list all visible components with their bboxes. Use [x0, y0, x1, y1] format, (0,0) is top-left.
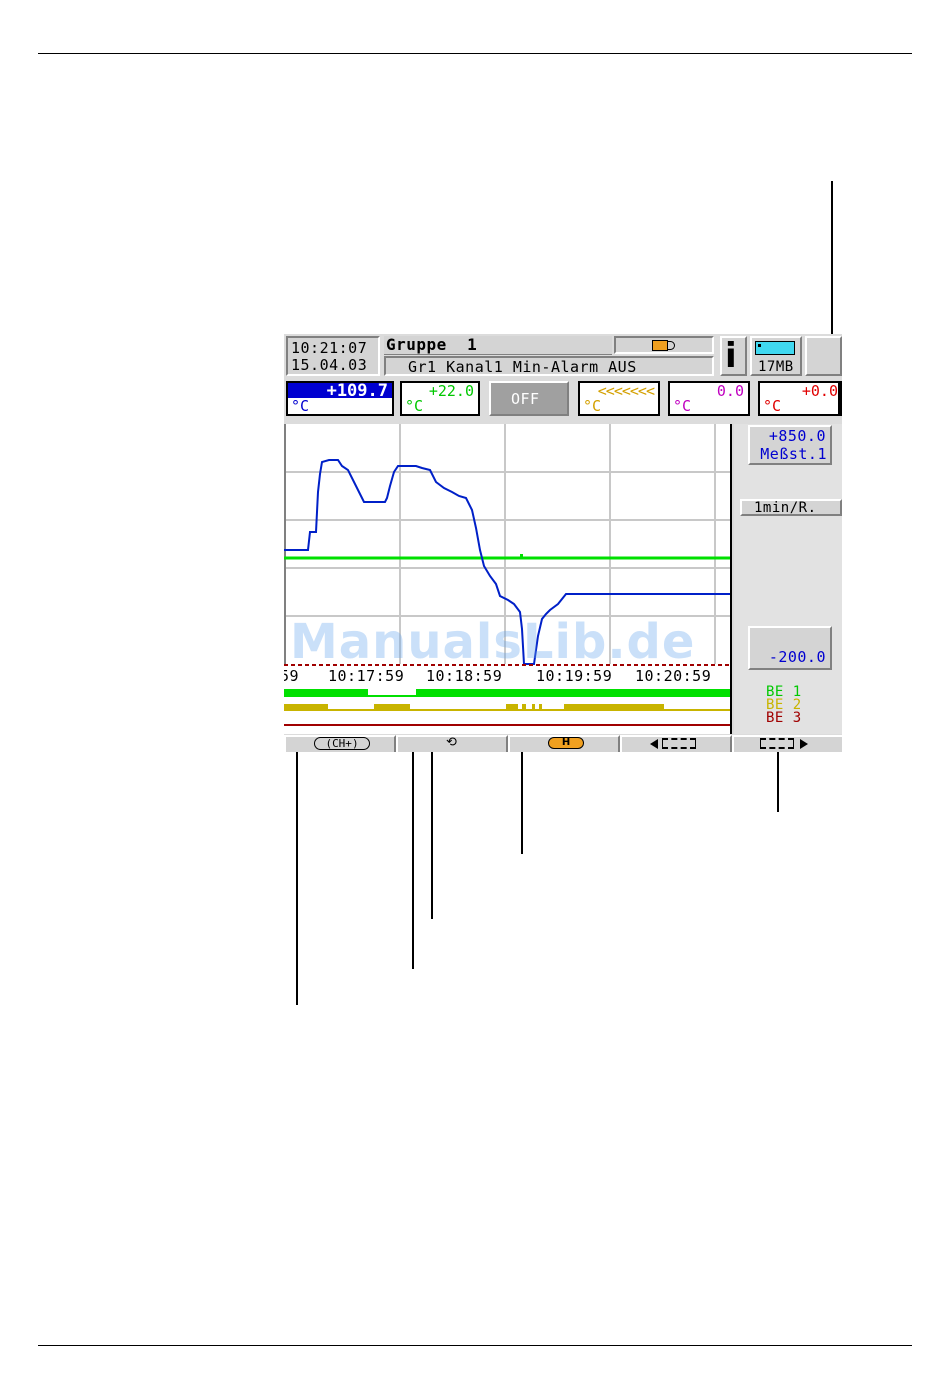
- status-message: Gr1 Kanal1 Min-Alarm AUS: [408, 358, 637, 376]
- channel-3-off-label: OFF: [511, 390, 540, 408]
- callout-rotate-key: [412, 738, 414, 969]
- channel-5-unit: °C: [673, 397, 692, 415]
- clock-time: 10:21:07: [291, 339, 368, 357]
- channel-1-value: +109.7: [326, 381, 388, 401]
- callout-history-key: [521, 738, 523, 854]
- memory-indicator[interactable]: 17MB: [750, 336, 802, 376]
- info-button[interactable]: i: [720, 336, 747, 376]
- group-title-bar[interactable]: Gruppe 1: [384, 336, 612, 355]
- scale-max-box[interactable]: +850.0 Meßst.1: [748, 425, 832, 465]
- function-key-ch-plus[interactable]: (CH+): [284, 735, 396, 752]
- channel-6-display[interactable]: +0.0 °C: [758, 381, 842, 416]
- channel-2-unit: °C: [405, 397, 424, 415]
- channel-6-value: +0.0: [801, 382, 838, 400]
- ch-plus-icon: (CH+): [314, 737, 370, 750]
- scale-max-label: Meßst.1: [760, 445, 827, 463]
- status-message-bar: Gr1 Kanal1 Min-Alarm AUS: [384, 356, 714, 376]
- channel-1-unit: °C: [291, 397, 310, 415]
- clock-panel: 10:21:07 15.04.03: [286, 336, 380, 376]
- watermark: ManualsLib.de: [290, 614, 696, 670]
- scroll-left-icon: [650, 737, 706, 750]
- scale-max-value: +850.0: [768, 427, 826, 445]
- channel-2-trace-notch: [520, 554, 523, 558]
- memory-bar-icon: [755, 341, 795, 355]
- channel-4-unit: °C: [583, 397, 602, 415]
- scale-min-value: -200.0: [768, 648, 826, 666]
- channel-4-display[interactable]: <<<<<<< °C: [578, 381, 660, 416]
- binary-input-2-track: [284, 704, 730, 711]
- header-right-edge: [838, 381, 842, 416]
- channel-1-display[interactable]: +109.7 °C: [286, 381, 394, 416]
- channel-4-value: <<<<<<<: [597, 382, 655, 400]
- time-label-1: 10:17:59: [328, 667, 405, 685]
- bottom-rule: [38, 1345, 912, 1346]
- channel-2-value: +22.0: [428, 382, 474, 400]
- group-title: Gruppe 1: [386, 335, 478, 354]
- clock-date: 15.04.03: [291, 356, 368, 374]
- history-label: H: [561, 737, 571, 748]
- channel-5-display[interactable]: 0.0 °C: [668, 381, 750, 416]
- binary-input-3-label: BE 3: [766, 710, 802, 726]
- ch-plus-label: CH+: [332, 737, 352, 750]
- binary-input-tracks: [284, 689, 730, 726]
- time-label-2: 10:18:59: [426, 667, 503, 685]
- recorder-screen: 10:21:07 15.04.03 Gruppe 1 Gr1 Kanal1 Mi…: [284, 334, 842, 752]
- speed-button[interactable]: 1min/R.: [740, 499, 842, 516]
- channel-2-display[interactable]: +22.0 °C: [400, 381, 480, 416]
- function-key-rotate[interactable]: ⟲: [396, 735, 508, 752]
- time-label-3: 10:19:59: [536, 667, 613, 685]
- scale-min-box[interactable]: -200.0: [748, 626, 832, 670]
- callout-ch-key: [296, 738, 298, 1005]
- history-icon: H: [548, 737, 584, 749]
- binary-input-1-track: [284, 689, 730, 697]
- function-key-scroll-right[interactable]: [732, 735, 842, 752]
- function-key-scroll-left[interactable]: [620, 735, 732, 752]
- rotate-icon: ⟲: [446, 735, 457, 750]
- time-label-4: 10:20:59: [635, 667, 712, 685]
- channel-5-value: 0.0: [716, 382, 744, 400]
- speed-label: 1min/R.: [754, 500, 817, 516]
- info-icon: i: [725, 336, 737, 376]
- time-label-0: 59: [284, 668, 300, 684]
- top-rule: [38, 53, 912, 54]
- binary-input-3-track: [284, 724, 730, 726]
- header-spare-key[interactable]: [805, 336, 842, 376]
- function-key-history[interactable]: H: [508, 735, 620, 752]
- status-symbol-box: [614, 336, 714, 354]
- battery-icon: [652, 340, 676, 352]
- channel-6-unit: °C: [763, 397, 782, 415]
- channel-3-display[interactable]: OFF: [489, 381, 569, 416]
- memory-label: 17MB: [758, 359, 794, 375]
- scroll-right-icon: [760, 737, 816, 750]
